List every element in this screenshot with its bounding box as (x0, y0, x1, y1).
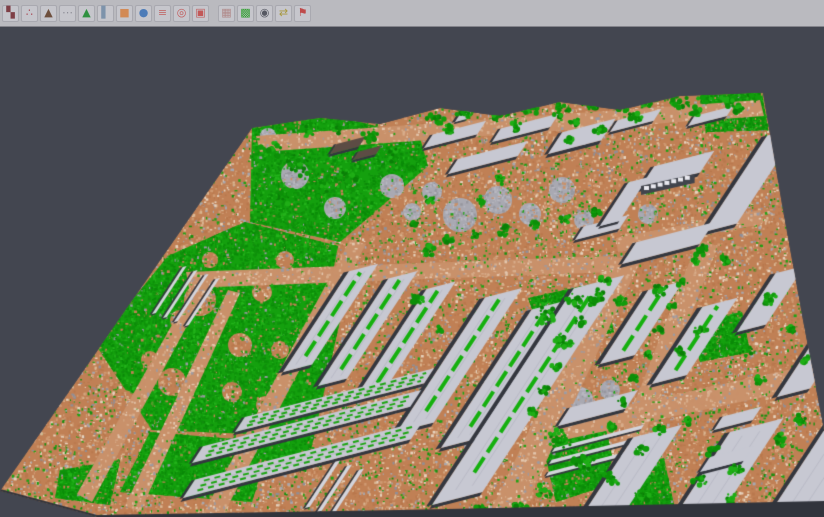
terrain-icon[interactable]: ▲ (40, 5, 57, 22)
globe-icon[interactable]: ● (135, 5, 152, 22)
toolbar: ▚∴▲⋯▲▌■●≡◎▣▦▩◉⇄⚑ (0, 0, 824, 27)
dark-sphere-icon[interactable]: ◉ (256, 5, 273, 22)
application-window: ▚∴▲⋯▲▌■●≡◎▣▦▩◉⇄⚑ (0, 0, 824, 517)
toolbar-separator (210, 5, 217, 22)
classification-map-icon[interactable]: ▩ (237, 5, 254, 22)
clip-icon[interactable]: ⚑ (294, 5, 311, 22)
image-icon[interactable]: ▦ (218, 5, 235, 22)
point-cloud-viewport[interactable] (0, 28, 824, 517)
smooth-icon[interactable]: ⋯ (59, 5, 76, 22)
viewport-container (0, 28, 824, 517)
swap-axes-icon[interactable]: ⇄ (275, 5, 292, 22)
select-box-icon[interactable]: ▣ (192, 5, 209, 22)
profile-icon[interactable]: ▌ (97, 5, 114, 22)
ground-patch-icon[interactable]: ■ (116, 5, 133, 22)
target-icon[interactable]: ◎ (173, 5, 190, 22)
scatter-icon[interactable]: ∴ (21, 5, 38, 22)
point-cloud-icon[interactable]: ▚ (2, 5, 19, 22)
layers-icon[interactable]: ≡ (154, 5, 171, 22)
vegetation-icon[interactable]: ▲ (78, 5, 95, 22)
